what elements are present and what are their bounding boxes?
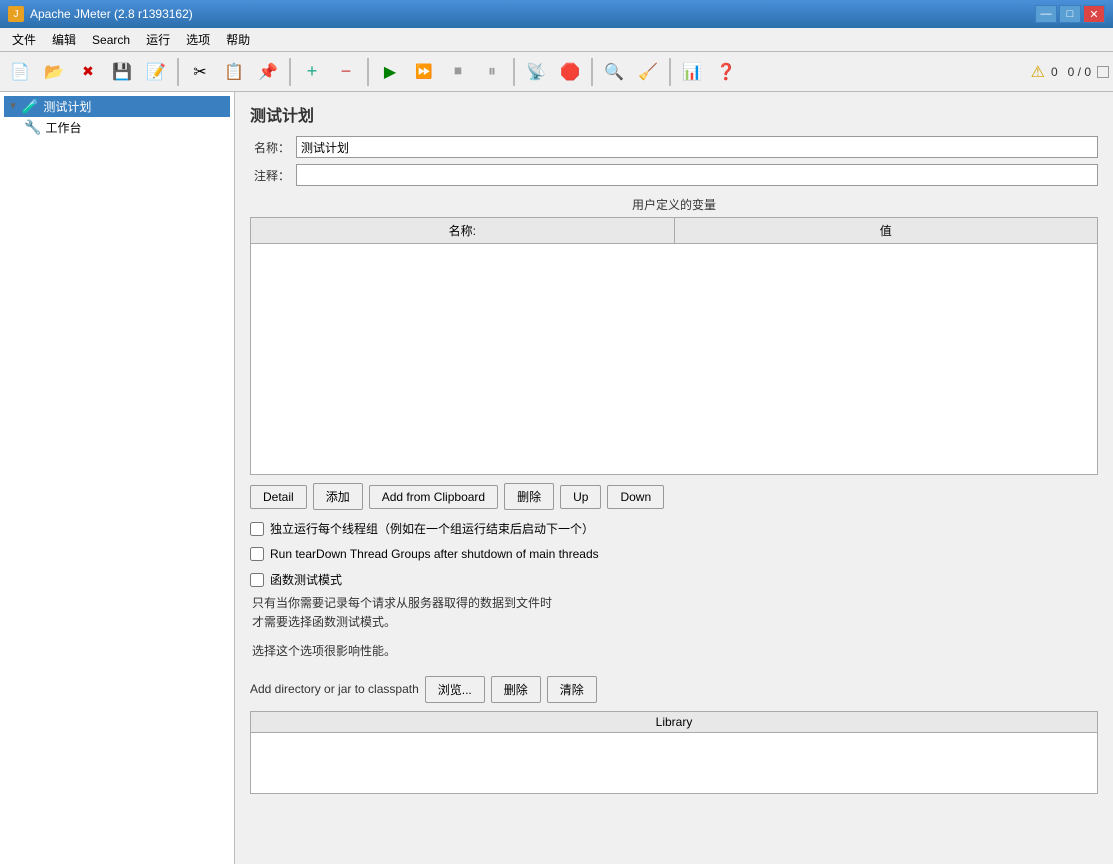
template-button[interactable]: 📊 xyxy=(676,56,708,88)
toolbar-sep-2 xyxy=(289,58,291,86)
save-button[interactable]: 💾 xyxy=(106,56,138,88)
remote-start-button[interactable]: 📡 xyxy=(520,56,552,88)
title-text: Apache JMeter (2.8 r1393162) xyxy=(30,7,1035,21)
copy-button[interactable]: 📋 xyxy=(218,56,250,88)
toolbar-sep-4 xyxy=(513,58,515,86)
menu-search[interactable]: Search xyxy=(84,31,138,49)
vars-table-wrapper: 名称: 值 xyxy=(250,217,1098,475)
close-btn[interactable]: ✕ xyxy=(1083,5,1105,23)
vars-table-body xyxy=(251,244,1097,474)
open-button[interactable]: 📂 xyxy=(38,56,70,88)
checkbox-functional-mode-label: 函数测试模式 xyxy=(270,571,342,588)
desc-line-2: 才需要选择函数测试模式。 xyxy=(252,613,1098,632)
comment-input[interactable] xyxy=(296,164,1098,186)
shutdown-button[interactable]: ⏸ xyxy=(476,56,508,88)
warning-icon: ⚠ xyxy=(1031,62,1045,82)
col-name-header: 名称: xyxy=(251,218,674,244)
menu-file[interactable]: 文件 xyxy=(4,29,44,50)
menu-help[interactable]: 帮助 xyxy=(218,29,258,50)
menu-run[interactable]: 运行 xyxy=(138,29,178,50)
error-count: 0 / 0 xyxy=(1068,65,1091,79)
vars-table: 名称: 值 xyxy=(251,218,1097,474)
clear-button[interactable]: 🧹 xyxy=(632,56,664,88)
saveas-button[interactable]: 📝 xyxy=(140,56,172,88)
delete-classpath-button[interactable]: 删除 xyxy=(491,676,541,703)
help-button[interactable]: ❓ xyxy=(710,56,742,88)
toolbar: 📄 📂 ✖ 💾 📝 ✂ 📋 📌 + − ▶ ⏩ ⏹ ⏸ 📡 🛑 🔍 🧹 📊 ❓ … xyxy=(0,52,1113,92)
start-button[interactable]: ▶ xyxy=(374,56,406,88)
close-button[interactable]: ✖ xyxy=(72,56,104,88)
checkbox-functional-mode[interactable] xyxy=(250,573,264,587)
up-button[interactable]: Up xyxy=(560,485,601,509)
test-plan-icon: 🧪 xyxy=(22,98,39,115)
toolbar-sep-6 xyxy=(669,58,671,86)
paste-button[interactable]: 📌 xyxy=(252,56,284,88)
toolbar-sep-3 xyxy=(367,58,369,86)
remove-button[interactable]: − xyxy=(330,56,362,88)
maximize-btn[interactable]: □ xyxy=(1059,5,1081,23)
library-section: Library xyxy=(250,711,1098,794)
browse-button[interactable]: 浏览... xyxy=(425,676,485,703)
add-vars-button[interactable]: 添加 xyxy=(313,483,363,510)
checkbox-teardown-label: Run tearDown Thread Groups after shutdow… xyxy=(270,547,599,561)
comment-row: 注释： xyxy=(250,164,1098,186)
tree-toggle: ▼ xyxy=(8,101,18,112)
sidebar: ▼ 🧪 测试计划 🔧 工作台 xyxy=(0,92,235,864)
status-area: ⚠ 0 0 / 0 xyxy=(1031,62,1109,82)
checkbox-independent-groups[interactable] xyxy=(250,522,264,536)
cut-button[interactable]: ✂ xyxy=(184,56,216,88)
library-header: Library xyxy=(251,712,1097,733)
main-layout: ▼ 🧪 测试计划 🔧 工作台 测试计划 名称： 注释： 用户定义的变量 xyxy=(0,92,1113,864)
test-plan-label: 测试计划 xyxy=(43,98,91,115)
warning-count: 0 xyxy=(1051,65,1058,79)
menu-options[interactable]: 选项 xyxy=(178,29,218,50)
desc-line-1: 只有当你需要记录每个请求从服务器取得的数据到文件时 xyxy=(252,594,1098,613)
stop-button[interactable]: ⏹ xyxy=(442,56,474,88)
classpath-label: Add directory or jar to classpath xyxy=(250,682,419,696)
clear-classpath-button[interactable]: 清除 xyxy=(547,676,597,703)
checkbox-independent-groups-label: 独立运行每个线程组（例如在一个组运行结束后启动下一个） xyxy=(270,520,594,537)
checkbox-row-1: 独立运行每个线程组（例如在一个组运行结束后启动下一个） xyxy=(250,520,1098,537)
checkbox-row-2: Run tearDown Thread Groups after shutdow… xyxy=(250,547,1098,561)
workbench-label: 工作台 xyxy=(45,119,81,136)
vars-section: 用户定义的变量 名称: 值 xyxy=(250,196,1098,475)
name-row: 名称： xyxy=(250,136,1098,158)
vars-btn-row: Detail 添加 Add from Clipboard 删除 Up Down xyxy=(250,483,1098,510)
checkbox-teardown[interactable] xyxy=(250,547,264,561)
classpath-row: Add directory or jar to classpath 浏览... … xyxy=(250,676,1098,703)
workbench-icon: 🔧 xyxy=(24,119,41,136)
description: 只有当你需要记录每个请求从服务器取得的数据到文件时 才需要选择函数测试模式。 选… xyxy=(252,594,1098,662)
comment-label: 注释： xyxy=(250,167,290,184)
name-label: 名称： xyxy=(250,139,290,156)
vars-title: 用户定义的变量 xyxy=(250,196,1098,213)
content-area: 测试计划 名称： 注释： 用户定义的变量 名称: 值 xyxy=(235,92,1113,864)
start-nopauses-button[interactable]: ⏩ xyxy=(408,56,440,88)
checkbox-row-3: 函数测试模式 xyxy=(250,571,1098,588)
toolbar-sep-5 xyxy=(591,58,593,86)
page-title: 测试计划 xyxy=(250,102,1098,126)
name-input[interactable] xyxy=(296,136,1098,158)
new-button[interactable]: 📄 xyxy=(4,56,36,88)
remote-stop-button[interactable]: 🛑 xyxy=(554,56,586,88)
library-body xyxy=(251,733,1097,793)
add-button[interactable]: + xyxy=(296,56,328,88)
app-icon: J xyxy=(8,6,24,22)
minimize-btn[interactable]: — xyxy=(1035,5,1057,23)
sidebar-item-test-plan[interactable]: ▼ 🧪 测试计划 xyxy=(4,96,230,117)
menu-edit[interactable]: 编辑 xyxy=(44,29,84,50)
search-button[interactable]: 🔍 xyxy=(598,56,630,88)
toolbar-sep-1 xyxy=(177,58,179,86)
detail-button[interactable]: Detail xyxy=(250,485,307,509)
delete-vars-button[interactable]: 删除 xyxy=(504,483,554,510)
desc-line-4: 选择这个选项很影响性能。 xyxy=(252,642,1098,661)
status-box xyxy=(1097,66,1109,78)
menu-bar: 文件 编辑 Search 运行 选项 帮助 xyxy=(0,28,1113,52)
window-controls: — □ ✕ xyxy=(1035,5,1105,23)
desc-line-3 xyxy=(252,632,1098,642)
col-value-header: 值 xyxy=(674,218,1097,244)
add-from-clipboard-button[interactable]: Add from Clipboard xyxy=(369,485,498,509)
title-bar: J Apache JMeter (2.8 r1393162) — □ ✕ xyxy=(0,0,1113,28)
sidebar-item-workbench[interactable]: 🔧 工作台 xyxy=(4,117,230,138)
down-button[interactable]: Down xyxy=(607,485,664,509)
